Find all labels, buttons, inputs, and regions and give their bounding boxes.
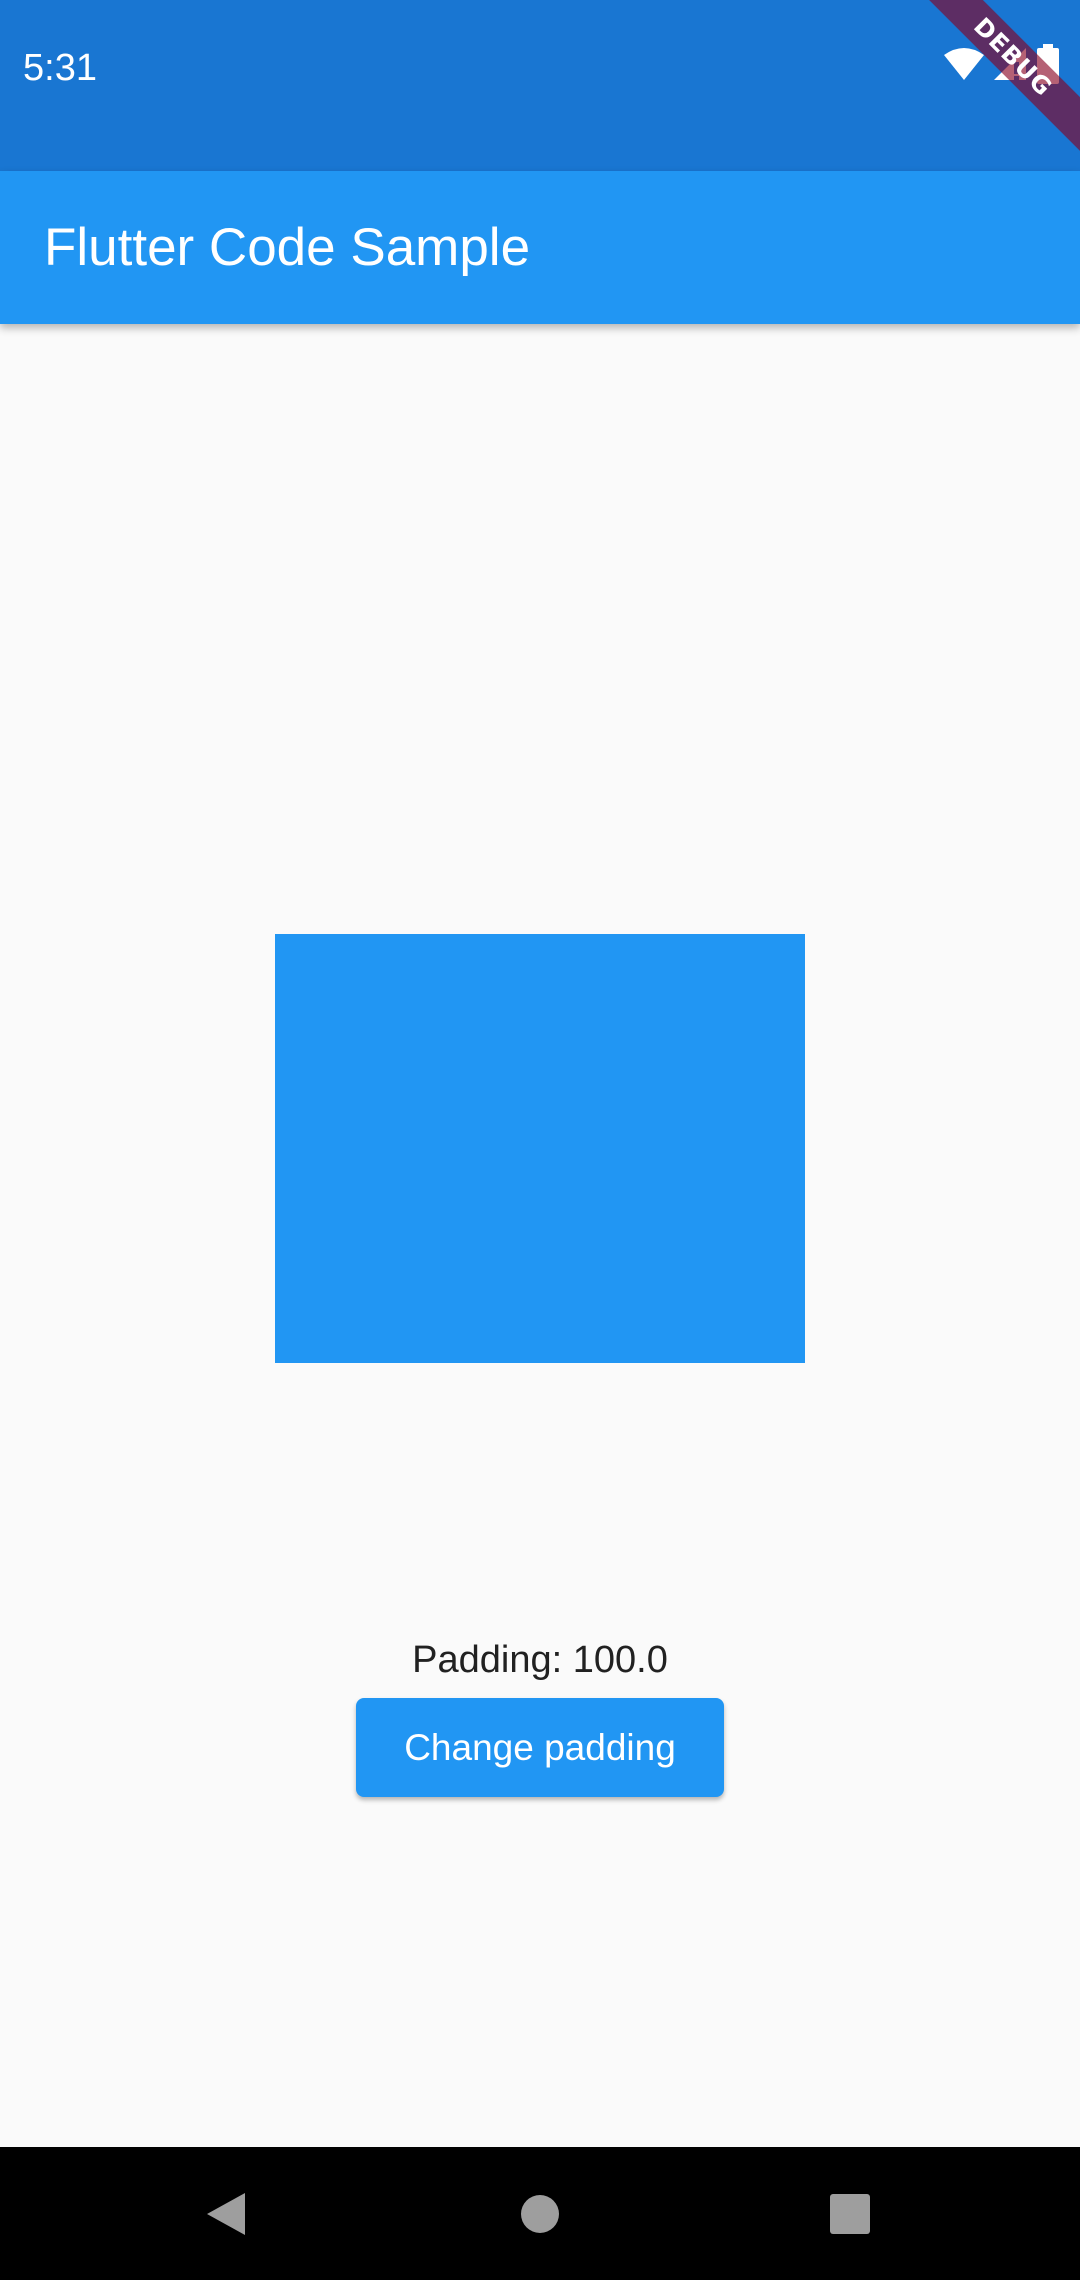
- back-icon[interactable]: [196, 2147, 256, 2280]
- app-bar: Flutter Code Sample: [0, 171, 1080, 324]
- animated-padding-box: [275, 934, 805, 1363]
- recents-icon[interactable]: [820, 2147, 880, 2280]
- status-icons: [944, 43, 1060, 89]
- wifi-icon: [944, 47, 984, 86]
- padding-label: Padding: 100.0: [412, 1639, 668, 1681]
- app-bar-title: Flutter Code Sample: [44, 218, 531, 277]
- system-nav-bar: [0, 2147, 1080, 2280]
- cell-signal-icon: [992, 46, 1028, 87]
- change-padding-button[interactable]: Change padding: [356, 1698, 724, 1797]
- home-icon[interactable]: [510, 2147, 570, 2280]
- status-time: 5:31: [23, 47, 97, 89]
- battery-icon: [1036, 43, 1060, 89]
- status-bar: 5:31: [0, 0, 1080, 171]
